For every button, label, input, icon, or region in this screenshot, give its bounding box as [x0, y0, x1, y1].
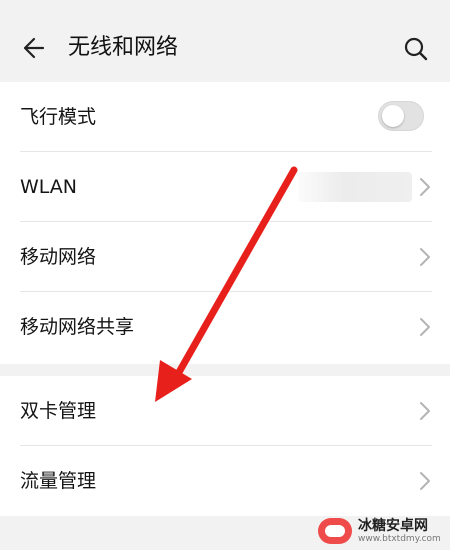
dual-sim-label: 双卡管理: [20, 400, 97, 422]
network-settings-group: 飞行模式 WLAN 移动网络 移动网络共享: [0, 82, 450, 364]
search-button[interactable]: [398, 31, 434, 67]
mobile-network-label: 移动网络: [20, 246, 97, 268]
sim-settings-group: 双卡管理 流量管理: [0, 376, 450, 516]
page-title: 无线和网络: [68, 35, 179, 60]
tethering-row[interactable]: 移动网络共享: [0, 292, 450, 362]
toggle-knob: [382, 105, 404, 127]
arrow-left-icon: [23, 37, 45, 59]
airplane-mode-label: 飞行模式: [20, 106, 97, 128]
watermark-url: www.btxtdmy.com: [358, 534, 441, 544]
chevron-right-icon: [420, 318, 430, 336]
chevron-right-icon: [420, 402, 430, 420]
header: 无线和网络: [0, 12, 450, 80]
chevron-right-icon: [420, 248, 430, 266]
dual-sim-row[interactable]: 双卡管理: [0, 376, 450, 446]
chevron-right-icon: [420, 472, 430, 490]
data-usage-label: 流量管理: [20, 470, 97, 492]
data-usage-row[interactable]: 流量管理: [0, 446, 450, 516]
search-icon: [404, 37, 428, 61]
wlan-network-name-blurred: [298, 172, 412, 202]
wlan-row[interactable]: WLAN: [0, 152, 450, 222]
wlan-label: WLAN: [20, 176, 78, 198]
watermark-name: 冰糖安卓网: [358, 518, 428, 534]
chevron-right-icon: [420, 178, 430, 196]
watermark-logo: [318, 518, 352, 544]
mobile-network-row[interactable]: 移动网络: [0, 222, 450, 292]
tethering-label: 移动网络共享: [20, 316, 135, 338]
back-button[interactable]: [16, 32, 48, 64]
airplane-mode-row[interactable]: 飞行模式: [0, 82, 450, 152]
watermark: 冰糖安卓网 www.btxtdmy.com: [318, 516, 450, 546]
status-bar: [0, 0, 450, 12]
airplane-mode-toggle[interactable]: [378, 101, 424, 131]
